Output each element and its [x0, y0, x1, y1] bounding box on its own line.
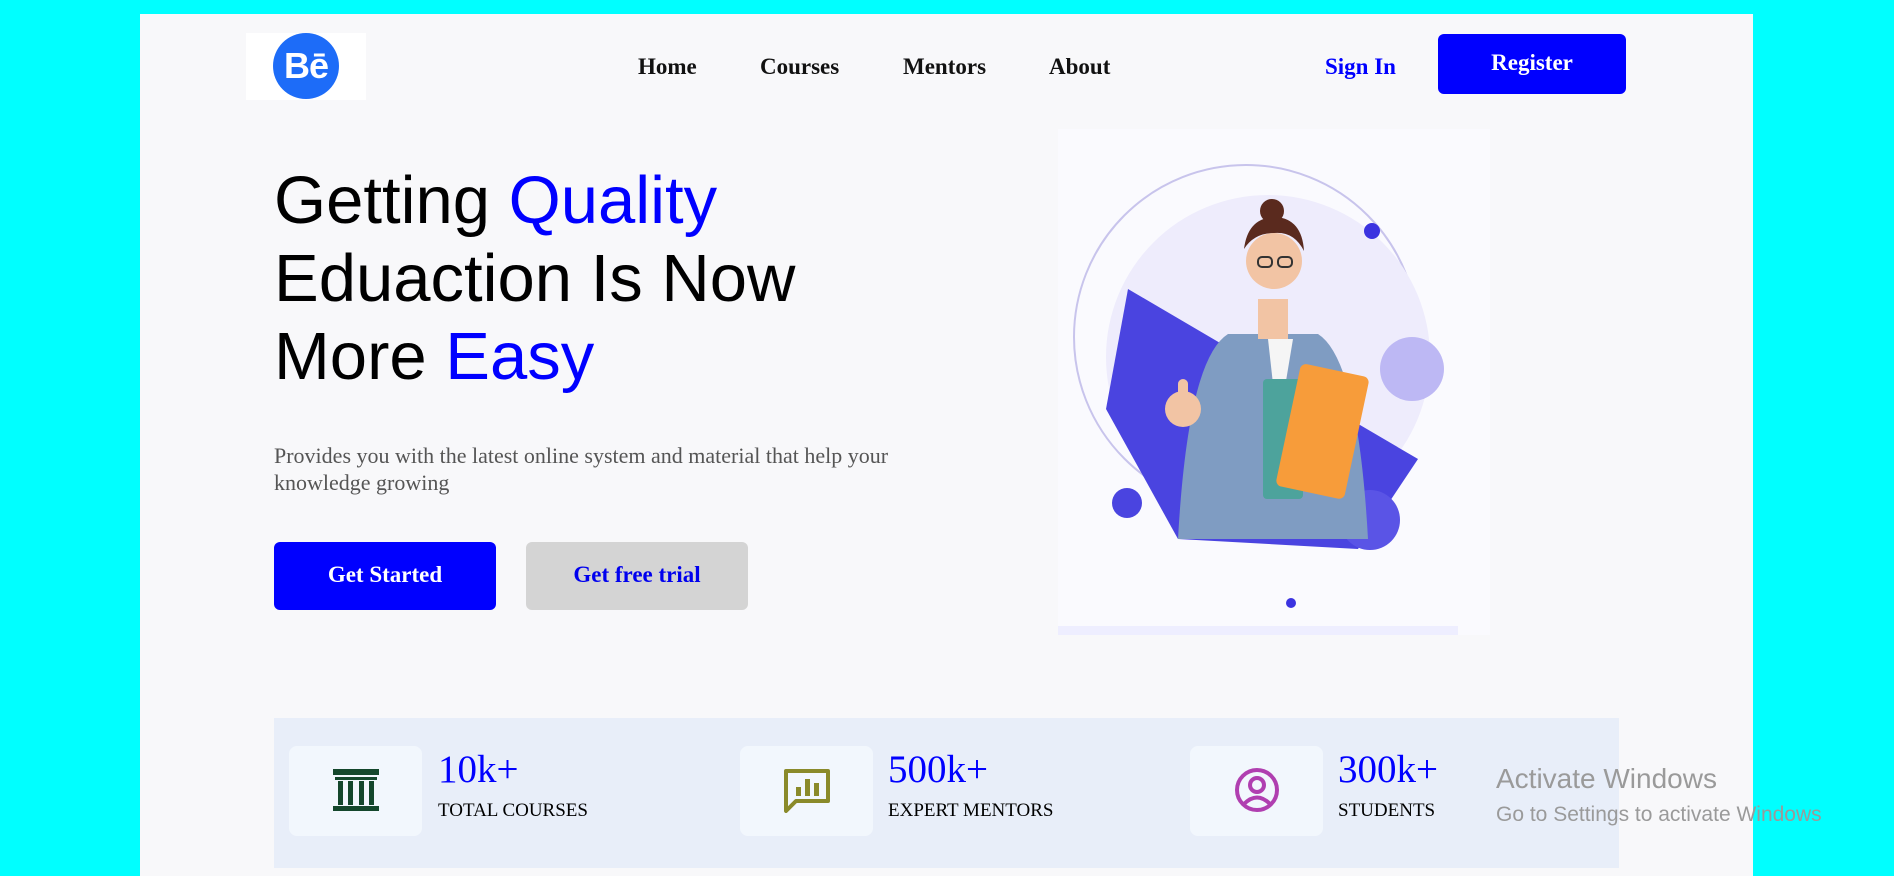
hero-title-text: More	[274, 319, 446, 394]
nav-home[interactable]: Home	[638, 54, 697, 80]
hero-title-text: Eduaction Is Now	[274, 241, 796, 316]
nav-mentors-link[interactable]: Mentors	[903, 54, 986, 79]
activate-windows-subtitle: Go to Settings to activate Windows	[1496, 803, 1822, 826]
stat-courses-label: TOTAL COURSES	[438, 800, 588, 821]
student-illustration	[1073, 164, 1444, 608]
free-trial-button[interactable]: Get free trial	[526, 542, 748, 610]
logo[interactable]: Bē	[246, 33, 366, 100]
hero-title-highlight: Quality	[508, 163, 718, 238]
hero-title-text: Getting	[274, 163, 509, 238]
stat-mentors-label: EXPERT MENTORS	[888, 800, 1054, 821]
nav-courses-link[interactable]: Courses	[760, 54, 839, 79]
stat-students-value: 300k+	[1338, 748, 1438, 791]
stat-mentors-value: 500k+	[888, 748, 988, 791]
stat-students-label: STUDENTS	[1338, 800, 1436, 821]
hero-illustration	[1058, 129, 1490, 635]
stat-courses-value: 10k+	[438, 748, 519, 791]
building-columns-icon	[333, 769, 379, 811]
hero-image-strip	[1058, 626, 1458, 635]
hero-description: Provides you with the latest online syst…	[274, 443, 889, 495]
activate-windows-title: Activate Windows	[1496, 763, 1717, 794]
hero-title: Getting Quality Eduaction Is Now More Ea…	[274, 162, 795, 396]
stats-bar: 10k+ TOTAL COURSES 500k+ EXPERT MENTORS …	[274, 718, 1619, 868]
user-circle-icon	[1235, 768, 1279, 812]
nav-mentors[interactable]: Mentors	[903, 54, 986, 80]
nav-courses[interactable]: Courses	[760, 54, 839, 80]
mentors-icon-box	[740, 746, 873, 836]
nav-about[interactable]: About	[1049, 54, 1110, 80]
nav-home-link[interactable]: Home	[638, 54, 697, 79]
nav-about-link[interactable]: About	[1049, 54, 1110, 79]
chart-message-icon	[784, 769, 830, 813]
students-icon-box	[1190, 746, 1323, 836]
behance-logo-icon: Bē	[273, 33, 339, 99]
sign-in-link[interactable]: Sign In	[1325, 54, 1396, 80]
courses-icon-box	[289, 746, 422, 836]
hero-title-highlight: Easy	[445, 319, 595, 394]
get-started-button[interactable]: Get Started	[274, 542, 496, 610]
page-container: Bē Home Courses Mentors About Sign In Re…	[140, 14, 1753, 876]
register-button[interactable]: Register	[1438, 34, 1626, 94]
